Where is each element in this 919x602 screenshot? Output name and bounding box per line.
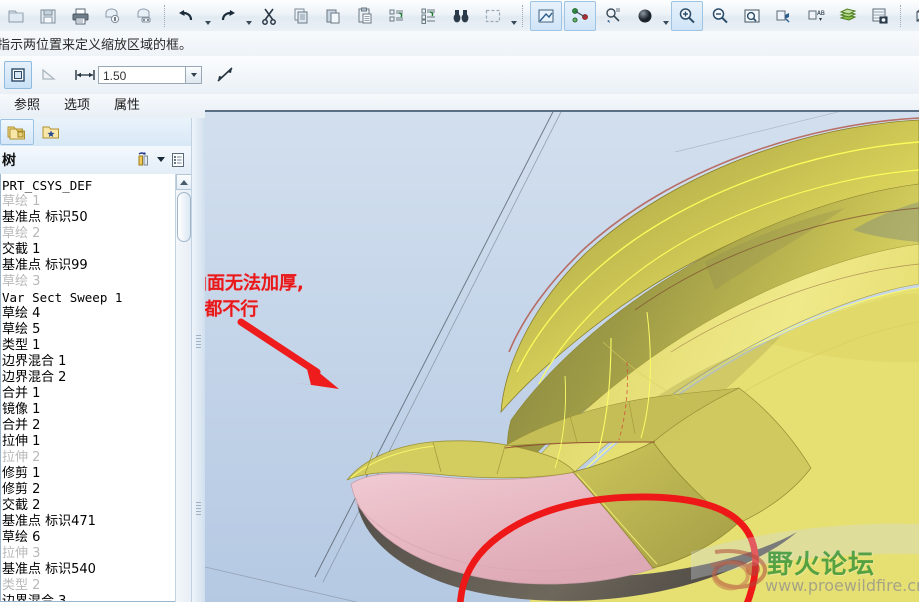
redo-icon[interactable]	[213, 2, 243, 30]
filter-dropdown-arrow[interactable]	[155, 149, 167, 170]
toolbar-separator	[522, 4, 525, 27]
thickness-dimension-icon	[75, 70, 95, 80]
annotation-icon[interactable]: AB	[801, 2, 831, 30]
proe-application-window: AB 指示两位置来定义缩放区域的框。 1.50 参照 选项 属性 树 PRT_C…	[0, 0, 919, 602]
zoom-out-icon[interactable]	[705, 2, 735, 30]
tree-item-2[interactable]: 基准点 标识50	[1, 210, 175, 226]
paste-special-icon[interactable]	[350, 2, 380, 30]
tree-item-18[interactable]: 修剪 1	[1, 466, 175, 482]
tree-item-20[interactable]: 交截 2	[1, 498, 175, 514]
tree-item-14[interactable]: 镜像 1	[1, 402, 175, 418]
tab-properties[interactable]: 属性	[104, 95, 150, 117]
undo-dropdown-arrow[interactable]	[203, 0, 212, 32]
redo-dropdown-arrow[interactable]	[244, 0, 253, 32]
tree-item-11[interactable]: 边界混合 1	[1, 354, 175, 370]
status-message-text: 指示两位置来定义缩放区域的框。	[0, 38, 193, 53]
main-toolbar: AB	[0, 0, 919, 32]
thickness-dropdown-arrow[interactable]	[186, 66, 202, 84]
model-tree-list: PRT_CSYS_DEF 草绘 1 基准点 标识50 草绘 2 交截 1 基准点…	[1, 178, 175, 601]
tab-references[interactable]: 参照	[4, 95, 50, 117]
undo-icon[interactable]	[172, 2, 202, 30]
model-tree-scrollbar[interactable]	[175, 174, 192, 602]
tree-item-0[interactable]: PRT_CSYS_DEF	[1, 178, 175, 194]
status-message-bar: 指示两位置来定义缩放区域的框。	[0, 31, 919, 57]
select-dropdown-arrow[interactable]	[509, 0, 518, 32]
tab-options[interactable]: 选项	[54, 95, 100, 117]
model-tree-panel: 树 PRT_CSYS_DEF 草绘 1 基准点 标识50 草绘 2 交截 1 基…	[0, 146, 205, 602]
graphics-viewport[interactable]: 圈内的曲面无法加厚, 0.2mm都不行 野火论坛 www.proewildfir…	[205, 110, 919, 602]
tree-item-15[interactable]: 合并 2	[1, 418, 175, 434]
tree-item-21[interactable]: 基准点 标识471	[1, 514, 175, 530]
feature-dashboard: 1.50	[0, 56, 919, 95]
svg-text:AB: AB	[817, 9, 825, 17]
model-tree-header: 树	[0, 146, 205, 175]
cad-model-render	[205, 112, 919, 602]
annotation-line-1: 圈内的曲面无法加厚,	[205, 273, 304, 294]
shading-dropdown-arrow[interactable]	[661, 0, 670, 32]
spin-center-icon[interactable]	[598, 2, 628, 30]
tree-item-23[interactable]: 拉伸 3	[1, 546, 175, 562]
find-icon[interactable]	[446, 2, 476, 30]
tree-item-8[interactable]: 草绘 4	[1, 306, 175, 322]
tree-item-7[interactable]: Var Sect Sweep 1	[1, 290, 175, 306]
publish-icon[interactable]	[129, 2, 159, 30]
wireframe-icon[interactable]	[908, 2, 919, 30]
model-tree-list-container[interactable]: PRT_CSYS_DEF 草绘 1 基准点 标识50 草绘 2 交截 1 基准点…	[0, 174, 175, 602]
toolbar-separator	[900, 4, 903, 27]
tree-item-1[interactable]: 草绘 1	[1, 194, 175, 210]
repaint-icon[interactable]	[530, 0, 562, 31]
tree-item-5[interactable]: 基准点 标识99	[1, 258, 175, 274]
tree-item-17[interactable]: 拉伸 2	[1, 450, 175, 466]
save-icon[interactable]	[33, 2, 63, 30]
model-tree-folder-icon[interactable]	[0, 119, 34, 145]
tree-item-22[interactable]: 草绘 6	[1, 530, 175, 546]
tree-item-10[interactable]: 类型 1	[1, 338, 175, 354]
favorites-folder-icon[interactable]	[34, 119, 68, 145]
thicken-surface-icon[interactable]	[36, 62, 62, 88]
appearance-icon[interactable]	[833, 2, 863, 30]
copy-icon[interactable]	[286, 2, 316, 30]
view-manager-icon[interactable]	[865, 2, 895, 30]
regenerate-icon[interactable]	[382, 2, 412, 30]
thickness-input[interactable]: 1.50	[98, 66, 186, 84]
toolbar-separator	[164, 4, 167, 27]
new-file-icon[interactable]	[1, 2, 31, 30]
tree-item-16[interactable]: 拉伸 1	[1, 434, 175, 450]
tree-item-25[interactable]: 类型 2	[1, 578, 175, 594]
tree-item-19[interactable]: 修剪 2	[1, 482, 175, 498]
watermark-url: www.proewildfire.cn	[765, 576, 919, 595]
layer-icon[interactable]	[769, 2, 799, 30]
scrollbar-thumb[interactable]	[177, 192, 191, 242]
send-mail-icon[interactable]	[97, 2, 127, 30]
flip-direction-icon[interactable]	[212, 62, 238, 88]
tree-item-12[interactable]: 边界混合 2	[1, 370, 175, 386]
zoom-in-icon[interactable]	[671, 0, 703, 31]
tree-item-9[interactable]: 草绘 5	[1, 322, 175, 338]
model-tree-title: 树	[2, 153, 16, 169]
tree-item-4[interactable]: 交截 1	[1, 242, 175, 258]
tree-item-6[interactable]: 草绘 3	[1, 274, 175, 290]
datum-display-icon[interactable]	[564, 0, 596, 31]
splitter-grip-secondary[interactable]	[196, 500, 201, 518]
tree-item-13[interactable]: 合并 1	[1, 386, 175, 402]
regenerate-manage-icon[interactable]	[414, 2, 444, 30]
tree-item-3[interactable]: 草绘 2	[1, 226, 175, 242]
tree-item-26[interactable]: 边界混合 3	[1, 594, 175, 601]
yehuo-forum-logo: 野火论坛 www.proewildfire.cn	[695, 540, 919, 602]
thickness-field-group: 1.50	[72, 66, 202, 84]
select-box-icon[interactable]	[478, 2, 508, 30]
tree-item-24[interactable]: 基准点 标识540	[1, 562, 175, 578]
scroll-up-arrow-icon[interactable]	[176, 174, 192, 190]
shading-icon[interactable]	[630, 2, 660, 30]
splitter-grip[interactable]	[196, 333, 201, 351]
navigator-toolbar	[0, 118, 205, 147]
print-icon[interactable]	[65, 2, 95, 30]
annotation-line-2: 0.2mm都不行	[205, 299, 259, 320]
cut-icon[interactable]	[254, 2, 284, 30]
filter-settings-icon[interactable]	[133, 149, 155, 170]
tree-columns-icon[interactable]	[167, 149, 189, 170]
paste-icon[interactable]	[318, 2, 348, 30]
thicken-solid-icon[interactable]	[4, 61, 32, 89]
refit-icon[interactable]	[737, 2, 767, 30]
